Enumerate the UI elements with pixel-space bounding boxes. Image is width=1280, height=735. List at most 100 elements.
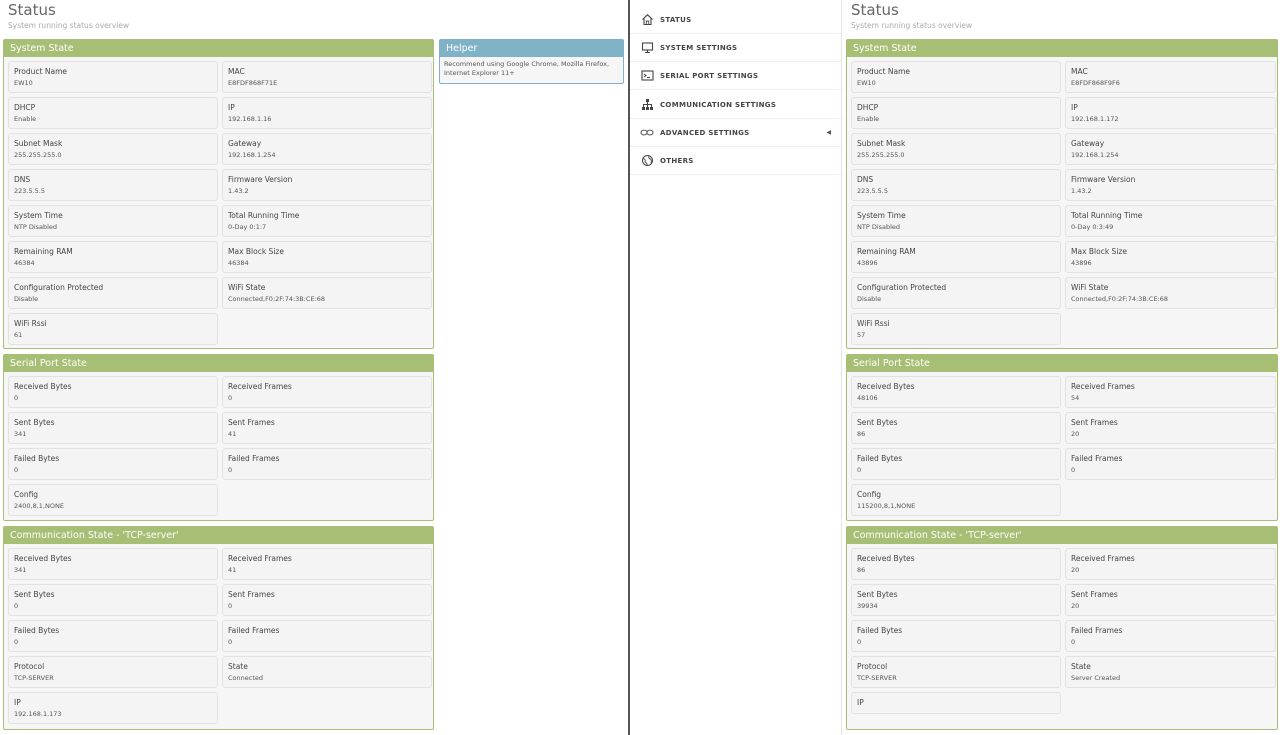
cell-value: Connected,F0:2F:74:3B:CE:68 [228,295,326,303]
info-cell: MAC E8FDF868F9F6 [1065,61,1276,93]
cell-label: Failed Frames [1071,454,1123,463]
info-cell: Config 115200,8,1,NONE [851,484,1061,516]
cell-value: 0 [228,466,233,474]
globe-icon [640,154,654,168]
cell-label: DNS [14,175,31,184]
page-subtitle: System running status overview [8,21,130,30]
info-cell: Received Bytes 341 [8,548,218,580]
cell-label: Total Running Time [228,211,300,220]
cell-label: Max Block Size [228,247,284,256]
info-cell: IP 192.168.1.173 [8,692,218,724]
info-cell: System Time NTP Disabled [8,205,218,237]
cell-label: WiFi State [228,283,266,292]
cell-value: 48106 [857,394,878,402]
info-cell: MAC E8FDF868F71E [222,61,432,93]
info-cell: Sent Frames 20 [1065,584,1276,616]
nav-item-serial-port-settings[interactable]: SERIAL PORT SETTINGS [630,62,841,90]
chevron-left-icon: ◀ [826,129,831,136]
cell-value: Connected,F0:2F:74:3B:CE:68 [1071,295,1169,303]
info-cell: Sent Frames 0 [222,584,432,616]
info-cell: Received Bytes 86 [851,548,1061,580]
cell-label: IP [14,698,21,707]
helper-header: Helper [440,40,623,57]
cell-value: 39934 [857,602,878,610]
cell-value: 192.168.1.254 [228,151,276,159]
terminal-icon [640,69,654,83]
system-state-panel: System State Product Name EW10 MAC E8FDF86… [846,39,1278,349]
info-cell: IP 192.168.1.172 [1065,97,1276,129]
infinity-icon [640,126,654,140]
info-cell: WiFi Rssi 61 [8,313,218,345]
communication-grid: Received Bytes 341 Received Frames 41 Sent… [4,544,433,724]
info-cell: Received Frames 54 [1065,376,1276,408]
info-cell: Sent Bytes 39934 [851,584,1061,616]
cell-value: 0 [14,466,19,474]
cell-value: TCP-SERVER [14,674,54,682]
cell-label: Sent Bytes [14,590,55,599]
cell-label: Failed Frames [228,626,280,635]
cell-label: Sent Frames [228,418,275,427]
info-cell: Protocol TCP-SERVER [851,656,1061,688]
info-cell: Received Frames 41 [222,548,432,580]
nav-item-status[interactable]: STATUS [630,6,841,34]
cell-value: Disable [14,295,39,303]
cell-label: Failed Bytes [14,454,60,463]
serial-port-state-panel: Serial Port State Received Bytes 0 Receiv… [3,354,434,521]
nav-item-advanced-settings[interactable]: ADVANCED SETTINGS ◀ [630,119,841,147]
cell-label: Configuration Protected [14,283,104,292]
panel-header: Communication State - 'TCP-server' [847,527,1277,544]
info-cell: State Server Created [1065,656,1276,688]
info-cell: Config 2400,8,1,NONE [8,484,218,516]
system-state-grid: Product Name EW10 MAC E8FDF868F71E DHCP Ena… [4,57,433,345]
nav-item-label: SERIAL PORT SETTINGS [660,71,759,80]
cell-label: System Time [857,211,906,220]
info-cell: Failed Bytes 0 [851,448,1061,480]
cell-label: Subnet Mask [14,139,63,148]
info-cell: Configuration Protected Disable [8,277,218,309]
cell-label: State [1071,662,1091,671]
info-cell: DNS 223.5.5.5 [851,169,1061,201]
info-cell: Failed Bytes 0 [8,448,218,480]
cell-label: Received Frames [228,554,292,563]
cell-label: Sent Bytes [14,418,55,427]
cell-label: IP [857,698,864,707]
cell-value: 43896 [857,259,878,267]
nav-item-label: OTHERS [660,156,694,165]
info-cell: WiFi State Connected,F0:2F:74:3B:CE:68 [222,277,432,309]
cell-value: 0 [228,602,233,610]
cell-label: Protocol [857,662,888,671]
cell-value: 0 [14,394,19,402]
cell-value: 86 [857,430,866,438]
nav-item-communication-settings[interactable]: COMMUNICATION SETTINGS [630,91,841,119]
cell-value: 192.168.1.16 [228,115,272,123]
page-title: Status [851,1,899,19]
cell-value: 192.168.1.172 [1071,115,1119,123]
cell-label: Received Frames [228,382,292,391]
info-cell: Received Frames 20 [1065,548,1276,580]
cell-value: 46384 [14,259,35,267]
communication-state-panel: Communication State - 'TCP-server' Recei… [846,526,1278,730]
left-status-pane: Status System running status overview Sy… [0,0,629,735]
cell-value: 0 [857,638,862,646]
cell-label: System Time [14,211,63,220]
cell-value: 223.5.5.5 [14,187,46,195]
cell-value: 341 [14,430,27,438]
cell-value: 192.168.1.173 [14,710,62,718]
system-state-panel: System State Product Name EW10 MAC E8FDF86… [3,39,434,349]
cell-label: Received Frames [1071,554,1135,563]
nav-item-others[interactable]: OTHERS [630,147,841,175]
nav-item-label: COMMUNICATION SETTINGS [660,100,777,109]
cell-label: Received Frames [1071,382,1135,391]
cell-value: 255.255.255.0 [857,151,905,159]
serial-port-grid: Received Bytes 48106 Received Frames 54 Se… [847,372,1277,516]
cell-label: Protocol [14,662,45,671]
info-cell: Remaining RAM 43896 [851,241,1061,273]
cell-value: 0 [14,602,19,610]
cell-label: Failed Bytes [857,454,903,463]
cell-label: Remaining RAM [14,247,73,256]
cell-value: E8FDF868F9F6 [1071,79,1120,87]
nav-item-label: STATUS [660,15,692,24]
nav-item-system-settings[interactable]: SYSTEM SETTINGS [630,34,841,62]
info-cell: Sent Bytes 0 [8,584,218,616]
info-cell: State Connected [222,656,432,688]
